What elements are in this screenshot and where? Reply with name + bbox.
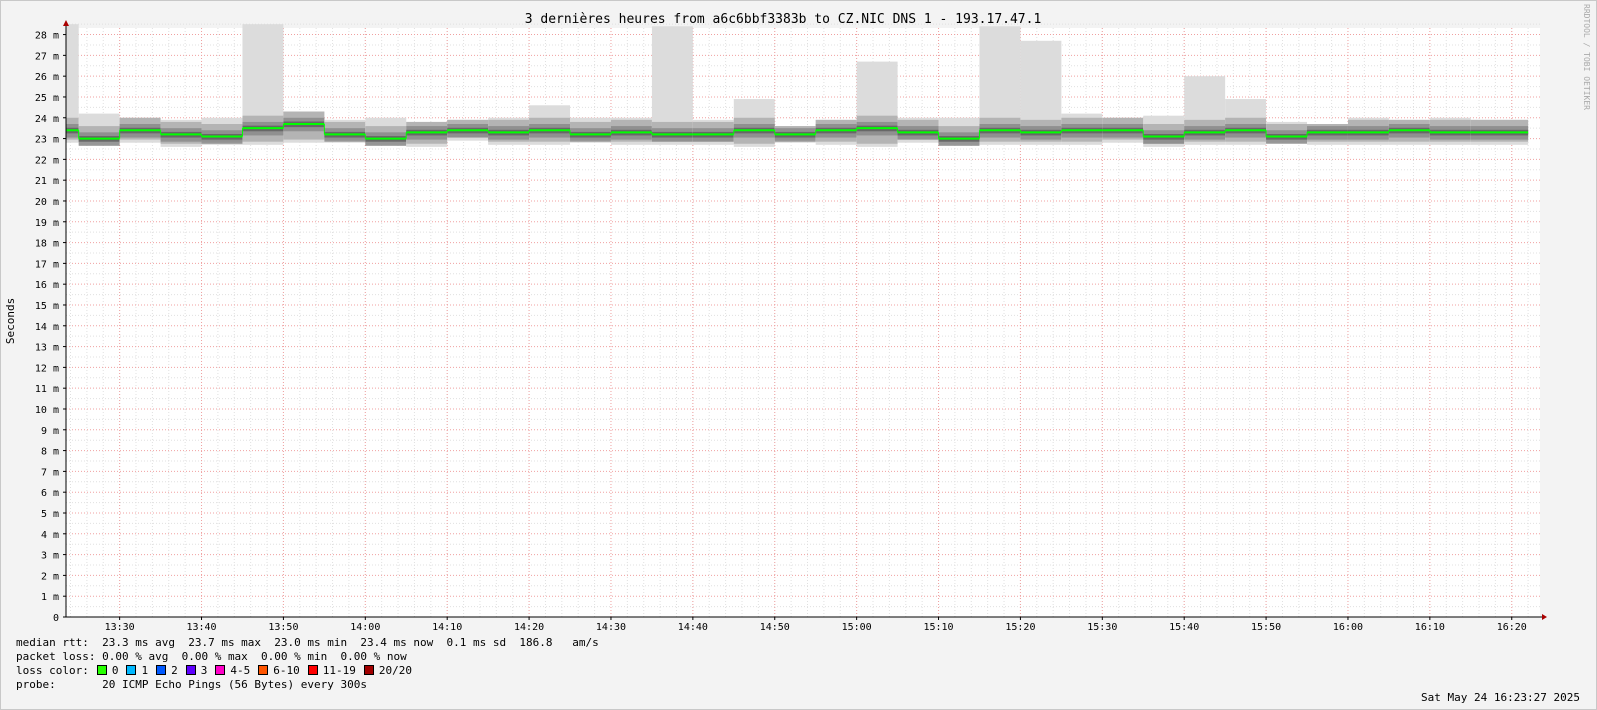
x-tick-label: 13:50 <box>268 622 298 633</box>
loss-color-line: loss color: 0 1 2 3 4-5 6-10 11-19 20/20 <box>16 664 412 677</box>
median-rtt-line: median rtt: 23.3 ms avg 23.7 ms max 23.0… <box>16 636 599 649</box>
loss-color-swatch-label: 0 <box>111 664 119 677</box>
y-tick-label: 14 m <box>35 322 59 333</box>
loss-color-swatch-label: 1 <box>141 664 149 677</box>
y-tick-label: 24 m <box>35 114 59 125</box>
x-tick-label: 15:20 <box>1005 622 1035 633</box>
x-tick-label: 16:10 <box>1415 622 1445 633</box>
x-tick-label: 15:50 <box>1251 622 1281 633</box>
median-rtt-label: median rtt: <box>16 636 89 649</box>
chart-title: 3 dernières heures from a6c6bbf3383b to … <box>525 12 1042 27</box>
y-tick-label: 5 m <box>41 509 59 520</box>
x-tick-label: 14:00 <box>350 622 380 633</box>
y-tick-label: 15 m <box>35 301 59 312</box>
x-tick-label: 16:00 <box>1333 622 1363 633</box>
y-tick-label: 3 m <box>41 551 59 562</box>
x-tick-label: 14:40 <box>678 622 708 633</box>
y-tick-label: 4 m <box>41 530 59 541</box>
loss-color-swatch <box>363 665 374 675</box>
loss-color-swatch-label: 20/20 <box>378 664 412 677</box>
rrdtool-watermark: RRDTOOL / TOBI OETIKER <box>1582 4 1591 110</box>
y-tick-label: 25 m <box>35 93 59 104</box>
y-tick-label: 17 m <box>35 259 59 270</box>
loss-color-swatch <box>185 665 196 675</box>
packet-loss-line: packet loss: 0.00 % avg 0.00 % max 0.00 … <box>16 650 407 663</box>
probe-values: 20 ICMP Echo Pings (56 Bytes) every 300s <box>102 678 368 691</box>
y-tick-label: 9 m <box>41 426 59 437</box>
y-tick-label: 6 m <box>41 488 59 499</box>
loss-color-swatch <box>215 665 226 675</box>
x-tick-label: 13:40 <box>186 622 216 633</box>
x-tick-label: 15:40 <box>1169 622 1199 633</box>
y-tick-label: 11 m <box>35 384 59 395</box>
y-tick-label: 27 m <box>35 51 59 62</box>
y-tick-label: 19 m <box>35 218 59 229</box>
x-axis-arrow <box>1542 614 1547 620</box>
loss-color-swatch-label: 6-10 <box>273 664 300 677</box>
loss-color-swatch-label: 2 <box>171 664 178 677</box>
median-rtt-values: 23.3 ms avg 23.7 ms max 23.0 ms min 23.4… <box>102 636 599 649</box>
packet-loss-values: 0.00 % avg 0.00 % max 0.00 % min 0.00 % … <box>102 650 407 663</box>
loss-color-swatch <box>156 665 167 675</box>
probe-line: probe: 20 ICMP Echo Pings (56 Bytes) eve… <box>16 678 367 691</box>
y-tick-label: 23 m <box>35 135 59 146</box>
y-axis-label: Seconds <box>4 298 17 344</box>
probe-label: probe: <box>16 678 56 691</box>
loss-color-swatch <box>126 665 137 675</box>
x-tick-label: 15:10 <box>923 622 953 633</box>
y-tick-label: 12 m <box>35 363 59 374</box>
timestamp: Sat May 24 16:23:27 2025 <box>1421 691 1580 704</box>
x-tick-label: 14:50 <box>760 622 790 633</box>
y-tick-label: 7 m <box>41 467 59 478</box>
y-tick-label: 21 m <box>35 176 59 187</box>
x-tick-label: 15:30 <box>1087 622 1117 633</box>
y-tick-label: 1 m <box>41 592 59 603</box>
loss-color-swatch-label: 4-5 <box>230 664 251 677</box>
y-tick-label: 28 m <box>35 31 59 42</box>
y-tick-label: 8 m <box>41 447 59 458</box>
loss-color-swatch-label: 11-19 <box>322 664 356 677</box>
x-tick-label: 14:30 <box>596 622 626 633</box>
latency-chart: 3 dernières heures from a6c6bbf3383b to … <box>4 12 1547 633</box>
x-tick-label: 14:10 <box>432 622 462 633</box>
y-tick-label: 20 m <box>35 197 59 208</box>
x-tick-label: 15:00 <box>842 622 872 633</box>
y-tick-label: 18 m <box>35 239 59 250</box>
y-tick-label: 26 m <box>35 72 59 83</box>
packet-loss-label: packet loss: <box>16 650 96 663</box>
x-tick-label: 13:30 <box>105 622 135 633</box>
x-tick-label: 14:20 <box>514 622 544 633</box>
loss-color-swatch <box>96 665 107 675</box>
loss-color-legend: 0 1 2 3 4-5 6-10 11-19 20/20 <box>89 664 412 677</box>
y-tick-label: 2 m <box>41 571 59 582</box>
loss-color-swatch <box>307 665 318 675</box>
y-tick-label: 0 <box>53 613 59 624</box>
loss-color-label: loss color: <box>16 664 89 677</box>
loss-color-swatch-label: 3 <box>200 664 208 677</box>
y-tick-label: 10 m <box>35 405 59 416</box>
y-tick-label: 22 m <box>35 155 59 166</box>
loss-color-swatch <box>258 665 269 675</box>
y-tick-label: 13 m <box>35 343 59 354</box>
y-tick-label: 16 m <box>35 280 59 291</box>
y-axis-arrow <box>63 20 69 26</box>
x-tick-label: 16:20 <box>1497 622 1527 633</box>
